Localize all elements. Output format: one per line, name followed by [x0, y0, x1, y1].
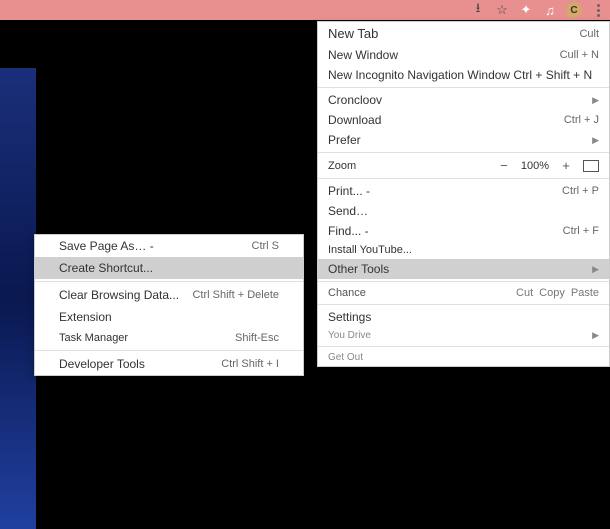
- menu-label: Developer Tools: [59, 357, 145, 371]
- menu-label: Extension: [59, 310, 112, 324]
- zoom-in-button[interactable]: +: [557, 158, 575, 173]
- menu-edit-row: Chance Cut Copy Paste: [318, 284, 609, 302]
- menu-label: New Tab: [328, 26, 378, 41]
- menu-label: Find... -: [328, 224, 369, 238]
- browser-toolbar: ⭳ ☆ ✦ ♫ C: [0, 0, 610, 20]
- menu-separator: [318, 346, 609, 347]
- menu-separator: [318, 87, 609, 88]
- menu-label: New Incognito Navigation Window Ctrl + S…: [328, 68, 592, 82]
- star-icon[interactable]: ☆: [494, 2, 510, 18]
- menu-shortcut: Ctrl S: [252, 240, 280, 252]
- menu-shortcut: Ctrl Shift + Delete: [192, 289, 279, 301]
- fullscreen-icon[interactable]: [583, 160, 599, 172]
- menu-zoom: Zoom − 100% +: [318, 155, 609, 176]
- menu-shortcut: Ctrl + F: [563, 225, 599, 237]
- submenu-task-manager[interactable]: Task Manager Shift-Esc: [35, 328, 303, 348]
- menu-label: Save Page As… -: [59, 239, 154, 253]
- copy-button[interactable]: Copy: [539, 287, 565, 299]
- menu-label: Clear Browsing Data...: [59, 288, 179, 302]
- menu-separator: [318, 281, 609, 282]
- menu-label: Task Manager: [59, 332, 128, 344]
- menu-new-window[interactable]: New Window Cull + N: [318, 45, 609, 65]
- profile-avatar[interactable]: C: [566, 2, 582, 18]
- side-strip: [0, 68, 36, 529]
- menu-label: Send…: [328, 204, 368, 218]
- menu-label: You Drive: [328, 330, 371, 341]
- menu-shortcut: Ctrl + P: [562, 185, 599, 197]
- menu-other-tools[interactable]: Other Tools ▶: [318, 259, 609, 279]
- chevron-right-icon: ▶: [592, 135, 599, 146]
- menu-exit[interactable]: Get Out: [318, 349, 609, 366]
- menu-shortcut: Cult: [579, 28, 599, 40]
- menu-bookmarks[interactable]: Prefer ▶: [318, 130, 609, 150]
- menu-icon[interactable]: [590, 2, 606, 18]
- menu-label: Get Out: [328, 352, 363, 363]
- menu-cast[interactable]: Send…: [318, 201, 609, 221]
- submenu-create-shortcut[interactable]: Create Shortcut...: [35, 257, 303, 279]
- menu-separator: [35, 350, 303, 351]
- menu-download[interactable]: Download Ctrl + J: [318, 110, 609, 130]
- menu-label: Settings: [328, 310, 371, 324]
- zoom-label: Zoom: [328, 160, 356, 172]
- submenu-developer-tools[interactable]: Developer Tools Ctrl Shift + I: [35, 353, 303, 375]
- menu-print[interactable]: Print... - Ctrl + P: [318, 181, 609, 201]
- submenu-save-page-as[interactable]: Save Page As… - Ctrl S: [35, 235, 303, 257]
- chevron-right-icon: ▶: [592, 330, 599, 341]
- edit-label: Chance: [328, 287, 366, 299]
- menu-separator: [318, 178, 609, 179]
- zoom-out-button[interactable]: −: [495, 158, 513, 173]
- menu-shortcut: Shift-Esc: [235, 332, 279, 344]
- cut-button[interactable]: Cut: [516, 287, 533, 299]
- extensions-icon[interactable]: ✦: [518, 2, 534, 18]
- submenu-clear-browsing-data[interactable]: Clear Browsing Data... Ctrl Shift + Dele…: [35, 284, 303, 306]
- menu-label: Prefer: [328, 133, 361, 147]
- chevron-right-icon: ▶: [592, 95, 599, 106]
- music-icon[interactable]: ♫: [542, 2, 558, 18]
- menu-separator: [318, 304, 609, 305]
- menu-label: New Window: [328, 48, 398, 62]
- menu-separator: [318, 152, 609, 153]
- paste-button[interactable]: Paste: [571, 287, 599, 299]
- menu-new-tab[interactable]: New Tab Cult: [318, 22, 609, 45]
- menu-label: Print... -: [328, 184, 370, 198]
- chevron-right-icon: ▶: [592, 264, 599, 275]
- menu-label: Create Shortcut...: [59, 261, 153, 275]
- menu-label: Croncloov: [328, 93, 382, 107]
- menu-incognito[interactable]: New Incognito Navigation Window Ctrl + S…: [318, 65, 609, 85]
- menu-label: Other Tools: [328, 262, 389, 276]
- chrome-main-menu: New Tab Cult New Window Cull + N New Inc…: [317, 21, 610, 367]
- menu-label: Download: [328, 113, 381, 127]
- download-icon[interactable]: ⭳: [470, 2, 486, 18]
- menu-help[interactable]: You Drive ▶: [318, 327, 609, 344]
- submenu-extensions[interactable]: Extension: [35, 306, 303, 328]
- menu-install-youtube[interactable]: Install YouTube...: [318, 241, 609, 259]
- zoom-value: 100%: [521, 160, 549, 172]
- menu-shortcut: Cull + N: [560, 49, 599, 61]
- other-tools-submenu: Save Page As… - Ctrl S Create Shortcut..…: [34, 234, 304, 376]
- menu-find[interactable]: Find... - Ctrl + F: [318, 221, 609, 241]
- menu-settings[interactable]: Settings: [318, 307, 609, 327]
- menu-shortcut: Ctrl Shift + I: [221, 358, 279, 370]
- menu-separator: [35, 281, 303, 282]
- menu-shortcut: Ctrl + J: [564, 114, 599, 126]
- menu-history[interactable]: Croncloov ▶: [318, 90, 609, 110]
- menu-label: Install YouTube...: [328, 244, 412, 256]
